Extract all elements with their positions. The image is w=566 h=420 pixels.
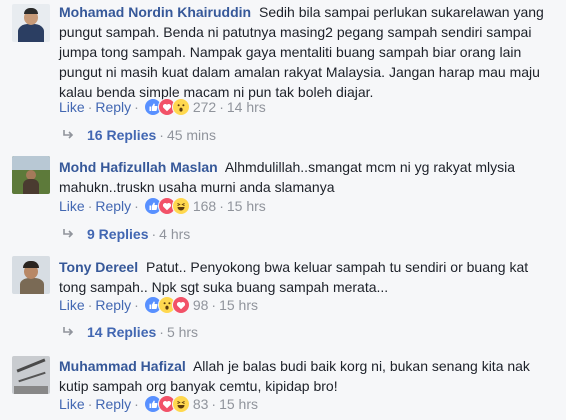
avatar[interactable] (12, 4, 50, 42)
view-replies[interactable]: 16 Replies · 45 mins (59, 125, 216, 145)
separator-dot: · (87, 99, 93, 115)
separator-dot: · (211, 396, 217, 412)
wow-reaction-icon (171, 98, 190, 116)
comment-actions: Like · Reply · 272 · 14 hrs (59, 97, 266, 117)
avatar[interactable] (12, 356, 50, 394)
timestamp-link[interactable]: 15 hrs (219, 295, 258, 315)
comment-3: Tony Dereel Patut.. Penyokong bwa keluar… (0, 250, 566, 345)
avatar[interactable] (12, 156, 50, 194)
replies-link[interactable]: 9 Replies (87, 224, 148, 244)
separator-dot: · (211, 297, 217, 313)
haha-reaction-icon (171, 395, 190, 413)
like-link[interactable]: Like (59, 196, 85, 216)
timestamp-link[interactable]: 15 hrs (219, 394, 258, 414)
comment-author[interactable]: Mohd Hafizullah Maslan (59, 159, 218, 175)
reaction-count[interactable]: 272 (193, 97, 216, 117)
comment-actions: Like · Reply · 98 · 15 hrs (59, 295, 258, 315)
timestamp-link[interactable]: 15 hrs (227, 196, 266, 216)
reaction-count[interactable]: 168 (193, 196, 216, 216)
reaction-icons[interactable] (143, 395, 190, 413)
comment-text: Tony Dereel Patut.. Penyokong bwa keluar… (59, 257, 559, 297)
reaction-count[interactable]: 83 (193, 394, 209, 414)
avatar[interactable] (12, 256, 50, 294)
love-reaction-icon (171, 296, 190, 314)
comment-4: Muhammad Hafizal Allah je balas budi bai… (0, 350, 566, 420)
reply-link[interactable]: Reply (95, 97, 131, 117)
separator-dot: · (87, 297, 93, 313)
reply-link[interactable]: Reply (95, 394, 131, 414)
separator-dot: · (134, 297, 139, 313)
comment-text: Mohamad Nordin Khairuddin Sedih bila sam… (59, 2, 559, 102)
comment-author[interactable]: Mohamad Nordin Khairuddin (59, 4, 251, 20)
comment-1: Mohamad Nordin Khairuddin Sedih bila sam… (0, 0, 566, 145)
like-link[interactable]: Like (59, 295, 85, 315)
reaction-icons[interactable] (143, 98, 190, 116)
comment-author[interactable]: Tony Dereel (59, 259, 138, 275)
like-link[interactable]: Like (59, 394, 85, 414)
separator-dot: · (159, 324, 164, 340)
replies-time: 45 mins (166, 127, 216, 143)
reaction-count[interactable]: 98 (193, 295, 209, 315)
reply-arrow-icon (63, 229, 74, 238)
separator-dot: · (151, 226, 157, 242)
reply-arrow-icon (63, 130, 74, 139)
replies-time: 4 hrs (159, 226, 191, 242)
reply-link[interactable]: Reply (95, 295, 131, 315)
separator-dot: · (159, 127, 164, 143)
reply-link[interactable]: Reply (95, 196, 131, 216)
separator-dot: · (134, 396, 139, 412)
separator-dot: · (134, 198, 139, 214)
comment-actions: Like · Reply · 168 · 15 hrs (59, 196, 266, 216)
replies-link[interactable]: 14 Replies (87, 322, 156, 342)
separator-dot: · (87, 198, 93, 214)
separator-dot: · (219, 99, 224, 115)
separator-dot: · (219, 198, 224, 214)
replies-link[interactable]: 16 Replies (87, 125, 156, 145)
view-replies[interactable]: 9 Replies · 4 hrs (59, 224, 190, 244)
separator-dot: · (134, 99, 139, 115)
reply-arrow-icon (63, 327, 74, 336)
reaction-icons[interactable] (143, 197, 190, 215)
comment-text: Muhammad Hafizal Allah je balas budi bai… (59, 356, 559, 396)
separator-dot: · (87, 396, 93, 412)
comment-text: Mohd Hafizullah Maslan Alhmdulillah..sma… (59, 157, 559, 197)
comment-2: Mohd Hafizullah Maslan Alhmdulillah..sma… (0, 150, 566, 245)
haha-reaction-icon (171, 197, 190, 215)
reaction-icons[interactable] (143, 296, 190, 314)
replies-time: 5 hrs (166, 324, 199, 340)
comment-author[interactable]: Muhammad Hafizal (59, 358, 186, 374)
view-replies[interactable]: 14 Replies · 5 hrs (59, 322, 198, 342)
like-link[interactable]: Like (59, 97, 85, 117)
timestamp-link[interactable]: 14 hrs (227, 97, 266, 117)
comment-actions: Like · Reply · 83 · 15 hrs (59, 394, 258, 414)
